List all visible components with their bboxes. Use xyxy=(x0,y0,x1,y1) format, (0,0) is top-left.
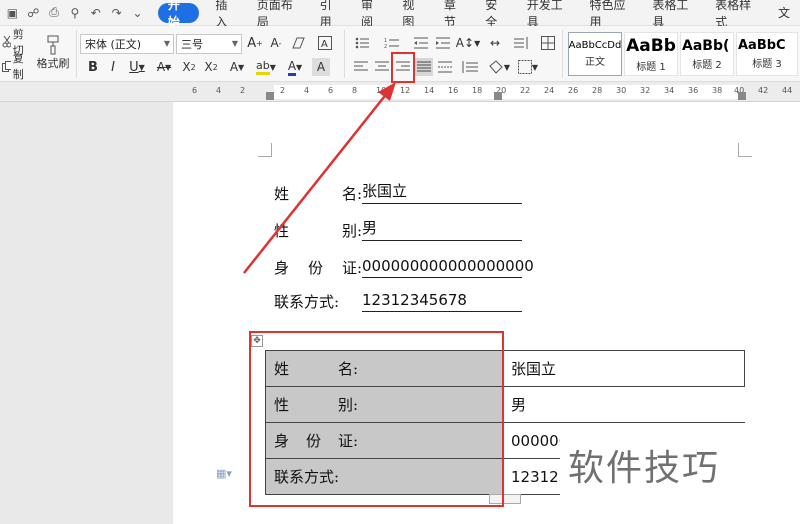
watermark: 软件技巧 xyxy=(560,435,800,495)
document-icon[interactable]: ▦▾ xyxy=(216,467,232,480)
